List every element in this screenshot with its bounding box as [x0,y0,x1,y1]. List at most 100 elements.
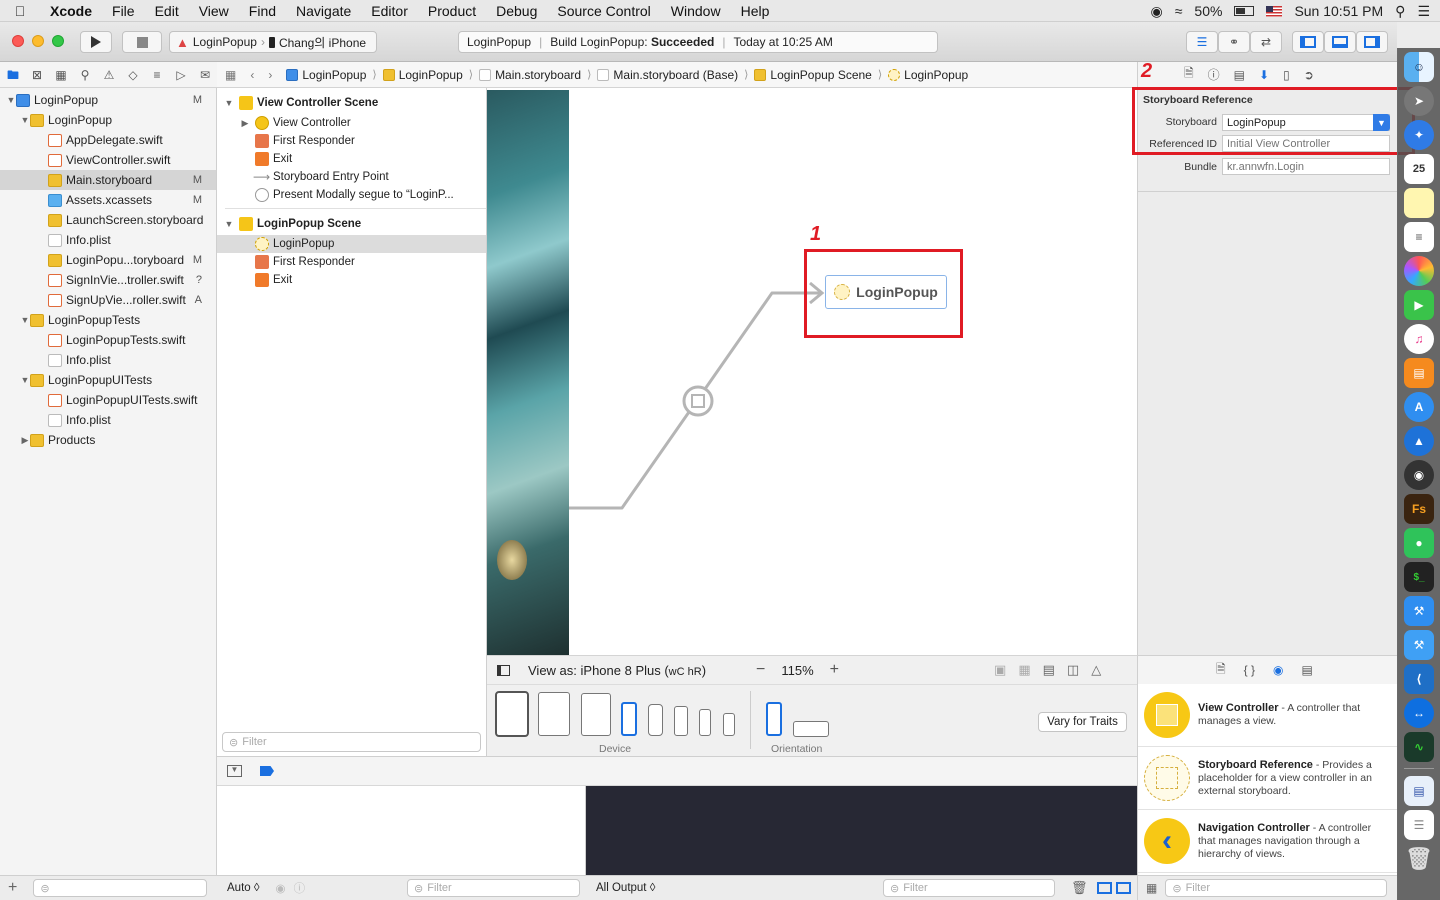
facetime-icon[interactable]: ▶ [1404,290,1434,320]
embed-in-stack-icon[interactable]: ▦ [1018,662,1030,678]
menu-editor[interactable]: Editor [361,0,418,22]
ipad-pro-12-device-icon[interactable] [495,691,529,737]
breadcrumb-object[interactable]: LoginPopup [888,68,968,82]
close-window-button[interactable] [12,35,24,47]
disclosure-open-icon[interactable]: ▼ [20,375,30,385]
breadcrumb-scene[interactable]: LoginPopup Scene [754,68,872,82]
ipad-device-icon[interactable] [581,693,611,736]
photos-icon[interactable] [1404,256,1434,286]
outline-item[interactable]: Exit [217,271,486,289]
project-navigator-folder-icon[interactable]: 🖿 [4,67,22,83]
breakpoints-toggle-icon[interactable] [260,766,274,776]
trash-icon[interactable]: 🗑 [1071,880,1088,896]
app-store-icon[interactable]: A [1404,392,1434,422]
toggle-inspector-button[interactable] [1356,31,1388,53]
run-button[interactable] [80,31,112,53]
apple-menu-icon[interactable]:  [0,3,40,19]
tree-row-file[interactable]: SignUpVie...roller.swift A [0,290,216,310]
disclosure-closed-icon[interactable]: ▶ [239,118,251,129]
breadcrumb-file[interactable]: Main.storyboard [479,68,581,82]
itunes-music-icon[interactable]: ♫ [1404,324,1434,354]
tree-row-group[interactable]: ▼ LoginPopup [0,110,216,130]
object-library-icon[interactable]: ◉ [1273,663,1283,677]
tree-row-file[interactable]: AppDelegate.swift [0,130,216,150]
disclosure-open-icon[interactable]: ▼ [20,315,30,325]
input-source-flag-icon[interactable] [1266,5,1283,17]
menu-clock[interactable]: Sun 10:51 PM [1294,3,1383,19]
library-item-view-controller[interactable]: View Controller - A controller that mana… [1138,684,1397,747]
iphone-4s-device-icon[interactable] [723,713,735,736]
console-output[interactable] [586,786,1137,875]
menu-view[interactable]: View [189,0,239,22]
menu-source-control[interactable]: Source Control [547,0,660,22]
outline-filter-input[interactable]: ⊜ Filter [222,732,481,752]
notes-icon[interactable] [1404,188,1434,218]
stop-button[interactable] [122,31,162,53]
notification-center-icon[interactable]: ☰ [1417,3,1430,20]
align-icon[interactable]: ▤ [1043,662,1055,678]
device-panel-toggle-icon[interactable] [497,664,510,676]
outline-item[interactable]: First Responder [217,253,486,271]
disclosure-closed-icon[interactable]: ▶ [20,435,30,446]
tree-row-file[interactable]: ViewController.swift [0,150,216,170]
menu-file[interactable]: File [102,0,145,22]
file-inspector-icon[interactable]: 🗎 [1184,64,1194,85]
visual-studio-code-icon[interactable]: ⟨ [1404,664,1434,694]
version-editor-button[interactable]: ⇄ [1250,31,1282,53]
quick-look-eye-icon[interactable]: ◉ [276,881,286,895]
toggle-navigator-button[interactable] [1292,31,1324,53]
tree-row-file-selected[interactable]: Main.storyboard M [0,170,216,190]
disclosure-open-icon[interactable]: ▼ [223,219,235,229]
document-icon[interactable]: ☰ [1404,810,1434,840]
pin-icon[interactable]: ◫ [1067,662,1079,678]
identity-inspector-icon[interactable]: ▤ [1234,68,1245,82]
outline-item[interactable]: Exit [217,150,486,168]
zoom-out-icon[interactable]: − [756,661,765,679]
iphone-8-device-icon[interactable] [674,706,688,736]
print-description-info-icon[interactable]: ⓘ [294,880,306,896]
library-item-storyboard-reference[interactable]: Storyboard Reference - Provides a placeh… [1138,747,1397,810]
menu-find[interactable]: Find [239,0,286,22]
breakpoint-navigator-icon[interactable]: ▷ [172,67,190,83]
xcode-icon[interactable]: ⚒ [1404,596,1434,626]
tree-row-file[interactable]: LoginPopu...toryboard M [0,250,216,270]
battery-icon[interactable] [1234,6,1255,16]
outline-item-selected[interactable]: LoginPopup [217,235,486,253]
menu-help[interactable]: Help [731,0,780,22]
destination-name[interactable]: Chang의 iPhone [279,34,366,51]
outline-scene-header[interactable]: ▼ LoginPopup Scene [217,213,486,235]
hide-debug-area-icon[interactable]: ▼ [227,765,242,777]
test-navigator-diamond-icon[interactable]: ◇ [124,67,142,83]
disclosure-open-icon[interactable]: ▼ [20,115,30,125]
tree-row-group[interactable]: ▼ LoginPopupUITests [0,370,216,390]
back-arrow-icon[interactable]: ‹ [250,68,254,82]
menu-window[interactable]: Window [661,0,731,22]
related-items-grid-icon[interactable]: ▦ [225,68,236,82]
outline-item[interactable]: Present Modally segue to “LoginP... [217,186,486,204]
xcode-instruments-icon[interactable]: ▲ [1404,426,1434,456]
iphone-se-device-icon[interactable] [699,709,711,736]
media-library-icon[interactable]: ▤ [1302,663,1313,677]
menu-navigate[interactable]: Navigate [286,0,361,22]
console-output-selector[interactable]: All Output ◊ [596,882,655,894]
file-template-library-icon[interactable]: 🗎 [1216,660,1226,681]
outline-scene-header[interactable]: ▼ View Controller Scene [217,92,486,114]
breadcrumb-localization[interactable]: Main.storyboard (Base) [597,68,738,82]
bundle-input[interactable] [1222,158,1390,175]
breadcrumb-project[interactable]: LoginPopup [286,68,366,82]
landscape-orientation-icon[interactable] [793,721,829,737]
calendar-icon[interactable]: 25 [1404,154,1434,184]
menu-app-name[interactable]: Xcode [40,0,102,22]
view-as-text[interactable]: View as: iPhone 8 Plus (wC hR) [528,663,706,678]
ipad-pro-10-device-icon[interactable] [538,692,570,736]
navigator-filter[interactable]: ⊜ [33,879,208,897]
debug-navigator-icon[interactable]: ≡ [148,67,166,83]
menu-edit[interactable]: Edit [145,0,189,22]
storyboard-canvas[interactable]: LoginPopup 1 [487,88,1137,655]
console-filter-input[interactable]: ⊜ Filter [883,879,1055,897]
attributes-inspector-icon[interactable]: ⬇ [1259,68,1269,82]
trash-icon[interactable]: 🗑 [1404,844,1434,874]
update-frames-icon[interactable]: ▣ [994,662,1006,678]
toggle-debug-button[interactable] [1324,31,1356,53]
library-filter-input[interactable]: ⊜ Filter [1165,879,1388,897]
